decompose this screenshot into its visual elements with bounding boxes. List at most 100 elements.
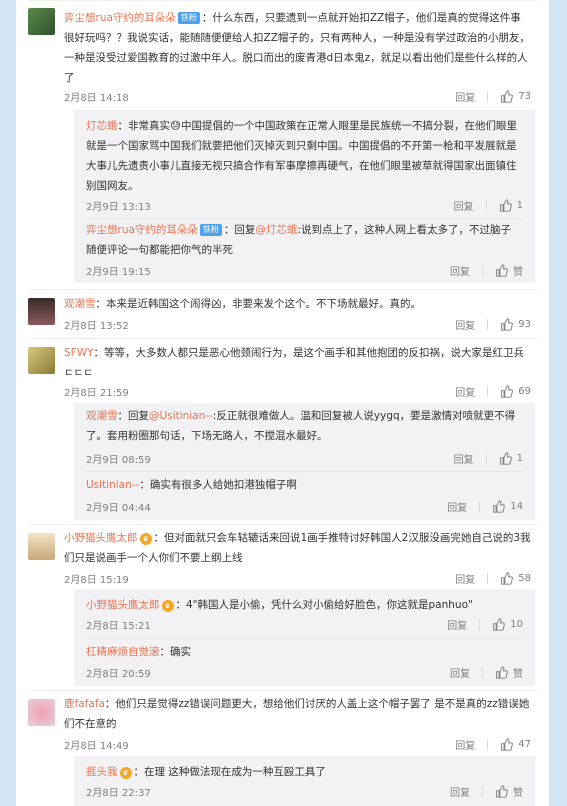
reply-button[interactable]: 回复 bbox=[455, 737, 475, 752]
avatar[interactable] bbox=[28, 347, 55, 374]
crown-icon: ♛ bbox=[139, 533, 152, 545]
username[interactable]: 捱头我 bbox=[86, 766, 118, 778]
thumbs-up-icon bbox=[501, 318, 514, 331]
comment-actions: 回复 69 bbox=[455, 384, 531, 399]
reply-button[interactable]: 回复 bbox=[455, 571, 475, 586]
comment-text: SFWY：等等，大多数人都只是恶心他颈闹行为，是这个画手和其他抱团的反扣祸，说大… bbox=[64, 343, 531, 383]
like-count: 赞 bbox=[513, 669, 523, 680]
like-button[interactable]: 93 bbox=[500, 318, 531, 331]
thumbs-up-icon bbox=[499, 452, 512, 465]
like-count: 赞 bbox=[513, 267, 523, 278]
reply-text: 小野猫头鹰太郎 ♛ ：4"韩国人是小偷，凭什么对小偷给好脸色，你这就是panhuo" bbox=[86, 595, 519, 615]
username[interactable]: 小野猫头鹰太郎 bbox=[86, 599, 160, 611]
reply-button[interactable]: 回复 bbox=[455, 89, 475, 104]
username[interactable]: 弈尘想rua守约的耳朵朵 bbox=[64, 12, 176, 24]
crown-icon: ♛ bbox=[119, 767, 132, 779]
comment-text: 小野猫头鹰太郎 ♛ ：但对面就只会车轱辘话来回说1画手推特讨好韩国人2汉服没画完她自… bbox=[64, 528, 531, 568]
reply-button[interactable]: 回复 bbox=[454, 451, 474, 466]
reply-button[interactable]: 回复 bbox=[447, 499, 467, 514]
comment-panel: 弈尘想rua守约的耳朵朵 铁粉 ：什么东西，只要遗到一点就开始扣ZZ帽子，他们是真的… bbox=[16, 0, 549, 806]
thumbs-up-icon bbox=[496, 666, 508, 679]
like-button[interactable]: 58 bbox=[500, 572, 531, 585]
timestamp: 2月8日 22:37 bbox=[86, 788, 151, 799]
thumbs-up-icon bbox=[496, 264, 508, 277]
like-button[interactable]: 赞 bbox=[495, 263, 523, 278]
reply-button[interactable]: 回复 bbox=[447, 617, 467, 632]
timestamp: 2月8日 14:49 bbox=[64, 741, 129, 752]
avatar[interactable] bbox=[28, 699, 55, 726]
comment-actions: 回复 93 bbox=[455, 317, 531, 332]
avatar[interactable] bbox=[28, 8, 55, 35]
reply-actions: 回复 14 bbox=[447, 499, 523, 514]
reply-actions: 回复 赞 bbox=[450, 665, 523, 680]
crown-icon: ♛ bbox=[161, 600, 174, 612]
thumbs-up-icon bbox=[501, 90, 514, 103]
timestamp: 2月8日 21:59 bbox=[64, 388, 129, 399]
reply-button[interactable]: 回复 bbox=[450, 665, 470, 680]
comment-text: 观潮雪：本来是近韩国这个闹得凶，非要来发个这个。不下场就最好。真的。 bbox=[64, 294, 531, 314]
like-count: 10 bbox=[510, 619, 523, 630]
comment-body: ：他们只是觉得zz错误问题更大，想给他们讨厌的人盖上这个帽子罢了 是不是真的zz… bbox=[64, 698, 530, 730]
like-button[interactable]: 1 bbox=[499, 452, 523, 465]
reply-button[interactable]: 回复 bbox=[450, 784, 470, 799]
reply-button[interactable]: 回复 bbox=[450, 263, 470, 278]
username[interactable]: 观潮雪 bbox=[86, 410, 118, 422]
reply-button[interactable]: 回复 bbox=[455, 317, 475, 332]
username[interactable]: 杠精麻烦自觉滚 bbox=[86, 646, 160, 658]
like-button[interactable]: 赞 bbox=[495, 665, 523, 680]
like-button[interactable]: 1 bbox=[499, 199, 523, 212]
like-button[interactable]: 69 bbox=[500, 385, 531, 398]
username[interactable]: 小野猫头鹰太郎 bbox=[64, 532, 138, 544]
fan-badge: 铁粉 bbox=[199, 224, 222, 236]
reply-body: ：非常真实😓中国提倡的一个中国政策在正常人眼里是民族统一不搞分裂，在他们眼里就是… bbox=[86, 120, 517, 192]
mention-link[interactable]: @灯芯蛾 bbox=[255, 224, 297, 236]
comment-item: 弈尘想rua守约的耳朵朵 铁粉 ：什么东西，只要遗到一点就开始扣ZZ帽子，他们是真的… bbox=[16, 0, 549, 113]
username[interactable]: Usitinian-- bbox=[86, 479, 139, 491]
reply-actions: 回复 赞 bbox=[450, 263, 523, 278]
comment-body: ：本来是近韩国这个闹得凶，非要来发个这个。不下场就最好。真的。 bbox=[95, 298, 422, 310]
username[interactable]: SFWY bbox=[64, 347, 94, 359]
like-count: 73 bbox=[518, 91, 531, 102]
comment-actions: 回复 73 bbox=[455, 89, 531, 104]
reply-button[interactable]: 回复 bbox=[454, 198, 474, 213]
thumbs-up-icon bbox=[493, 618, 506, 631]
reply-list: 小野猫头鹰太郎 ♛ ：4"韩国人是小偷，凭什么对小偷给好脸色，你这就是panhuo"… bbox=[74, 589, 535, 686]
reply-text: 弈尘想rua守约的耳朵朵 铁粉 ：回复@灯芯蛾:说到点上了，这种人网上看太多了，不过… bbox=[86, 220, 519, 260]
reply-list: 灯芯蛾：非常真实😓中国提倡的一个中国政策在正常人眼里是民族统一不搞分裂，在他们眼… bbox=[74, 110, 535, 283]
avatar[interactable] bbox=[28, 298, 55, 325]
mention-link[interactable]: @Usitinian-- bbox=[149, 410, 213, 422]
like-button[interactable]: 赞 bbox=[495, 784, 523, 799]
like-button[interactable]: 14 bbox=[492, 500, 523, 513]
like-button[interactable]: 73 bbox=[500, 90, 531, 103]
reply-divider bbox=[86, 471, 523, 472]
comment-item: 鹿fafafa：他们只是觉得zz错误问题更大，想给他们讨厌的人盖上这个帽子罢了 … bbox=[16, 691, 549, 756]
timestamp: 2月8日 15:19 bbox=[64, 575, 129, 586]
username[interactable]: 鹿fafafa bbox=[64, 698, 105, 710]
like-button[interactable]: 10 bbox=[492, 618, 523, 631]
reply-text: 灯芯蛾：非常真实😓中国提倡的一个中国政策在正常人眼里是民族统一不搞分裂，在他们眼… bbox=[86, 116, 519, 196]
timestamp: 2月9日 19:15 bbox=[86, 267, 151, 278]
like-count: 赞 bbox=[513, 788, 523, 799]
fan-badge: 铁粉 bbox=[177, 12, 200, 24]
username[interactable]: 观潮雪 bbox=[64, 298, 96, 310]
comment-actions: 回复 58 bbox=[455, 571, 531, 586]
like-count: 47 bbox=[518, 739, 531, 750]
username[interactable]: 灯芯蛾 bbox=[86, 120, 118, 132]
comment-actions: 回复 47 bbox=[455, 737, 531, 752]
timestamp: 2月9日 13:13 bbox=[86, 202, 151, 213]
reply-text: 捱头我 ♛ ：在理 这种做法现在成为一种互殴工具了 bbox=[86, 762, 519, 782]
username[interactable]: 弈尘想rua守约的耳朵朵 bbox=[86, 224, 198, 236]
comment-item: 观潮雪：本来是近韩国这个闹得凶，非要来发个这个。不下场就最好。真的。 2月8日 … bbox=[16, 290, 549, 338]
like-button[interactable]: 47 bbox=[500, 738, 531, 751]
timestamp: 2月8日 14:18 bbox=[64, 93, 129, 104]
avatar[interactable] bbox=[28, 533, 55, 560]
reply-button[interactable]: 回复 bbox=[455, 384, 475, 399]
reply-actions: 回复 10 bbox=[447, 617, 523, 632]
comment-item: 小野猫头鹰太郎 ♛ ：但对面就只会车轱辘话来回说1画手推特讨好韩国人2汉服没画完她自… bbox=[16, 525, 549, 590]
thumbs-up-icon bbox=[499, 199, 512, 212]
thumbs-up-icon bbox=[501, 385, 514, 398]
reply-actions: 回复 赞 bbox=[450, 784, 523, 799]
thumbs-up-icon bbox=[493, 500, 506, 513]
timestamp: 2月8日 15:21 bbox=[86, 621, 151, 632]
thumbs-up-icon bbox=[501, 572, 514, 585]
